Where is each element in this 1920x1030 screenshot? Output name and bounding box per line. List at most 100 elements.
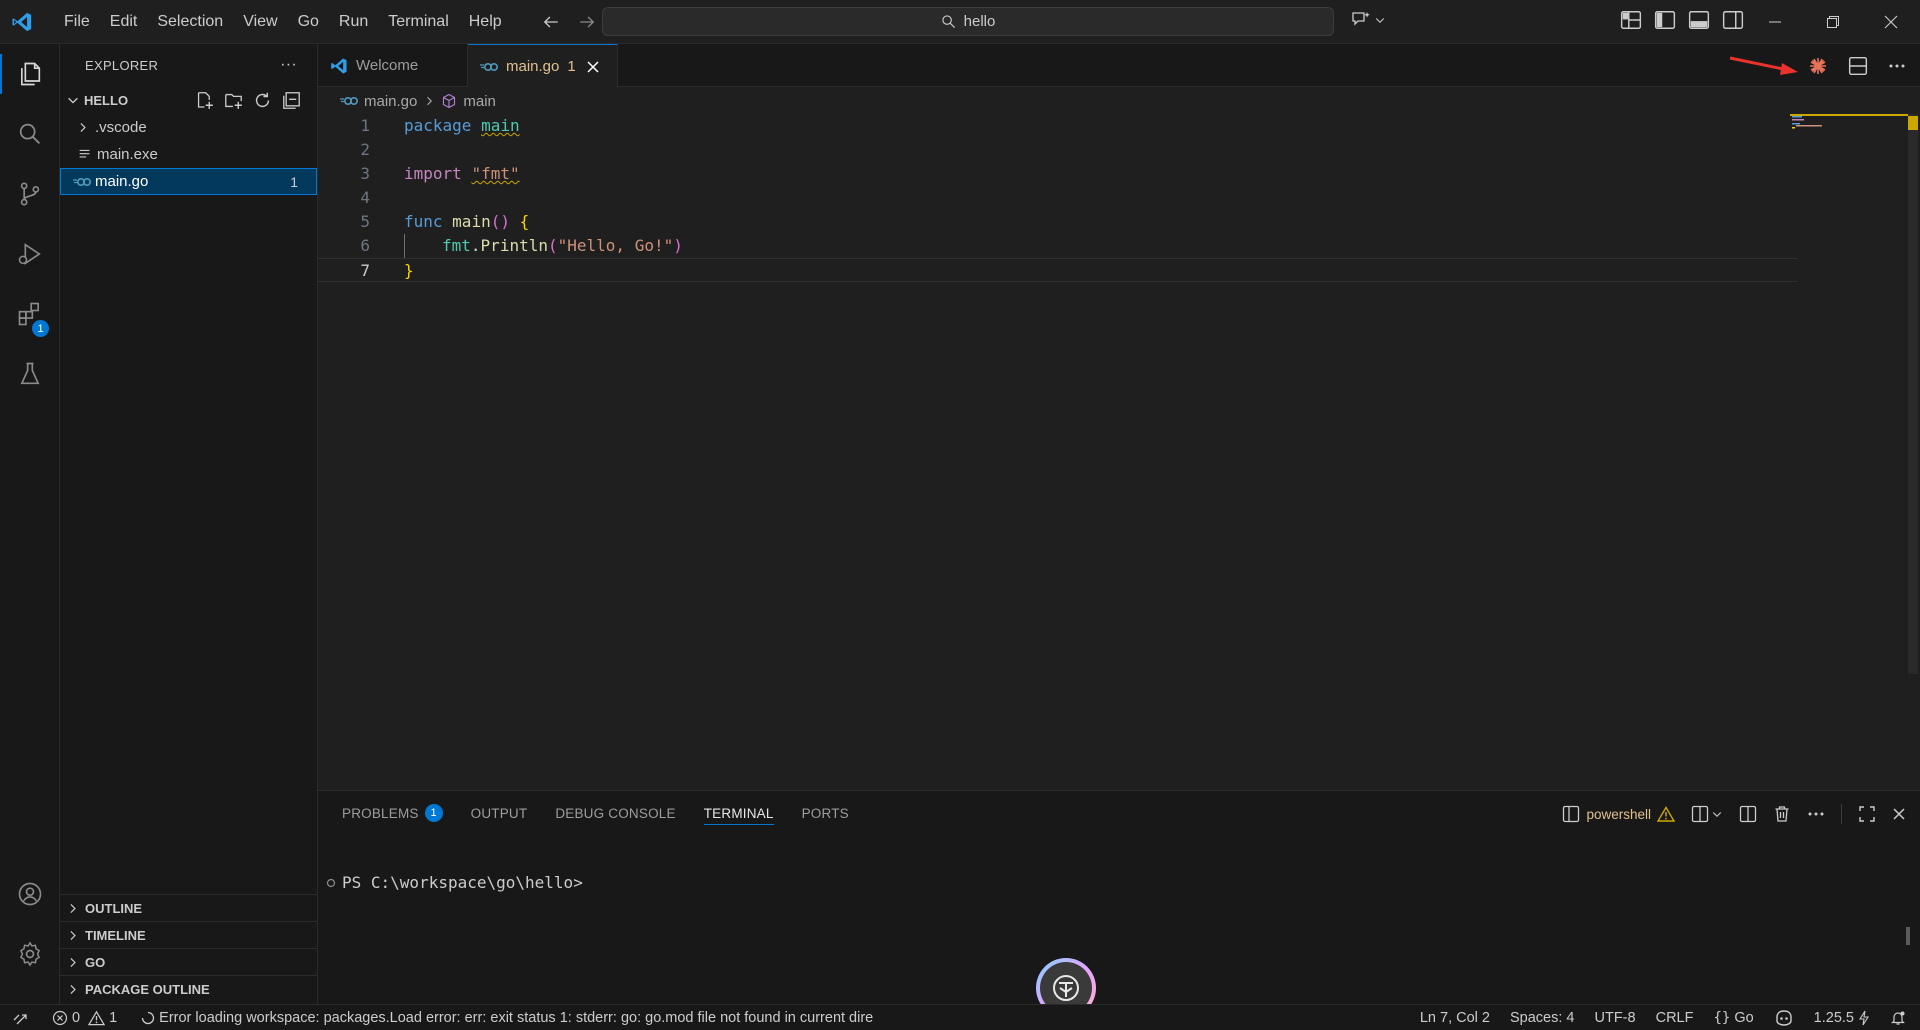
extensions-icon[interactable]: 1	[0, 284, 60, 344]
folder-header-hello[interactable]: HELLO	[60, 86, 317, 114]
end-of-line[interactable]: CRLF	[1656, 1010, 1694, 1026]
tree-item-main-go[interactable]: main.go 1	[60, 168, 317, 195]
toggle-panel-icon[interactable]	[1688, 10, 1710, 30]
customize-layout-icon[interactable]	[1620, 10, 1642, 30]
tab-output[interactable]: OUTPUT	[471, 791, 528, 835]
menu-go[interactable]: Go	[288, 0, 329, 44]
menu-view[interactable]: View	[233, 0, 287, 44]
tab-main-go[interactable]: main.go 1	[468, 44, 618, 88]
workspace-error-message[interactable]: Error loading workspace: packages.Load e…	[141, 1010, 873, 1026]
tab-debug-console[interactable]: DEBUG CONSOLE	[555, 791, 675, 835]
menu-file[interactable]: File	[54, 0, 100, 44]
forward-arrow-icon[interactable]	[578, 13, 596, 31]
section-timeline[interactable]: TIMELINE	[60, 921, 318, 948]
section-go[interactable]: GO	[60, 948, 318, 975]
panel-tab-label: PORTS	[801, 805, 849, 821]
menu-bar: File Edit Selection View Go Run Terminal…	[54, 0, 512, 44]
tab-problems[interactable]: PROBLEMS 1	[342, 791, 443, 835]
assistant-logo-icon	[1050, 972, 1082, 1004]
code-line-4: 4	[318, 186, 1798, 210]
menu-edit[interactable]: Edit	[100, 0, 148, 44]
breadcrumb-symbol[interactable]: main	[463, 93, 496, 110]
back-arrow-icon[interactable]	[542, 13, 560, 31]
more-actions-icon[interactable]	[1888, 63, 1906, 69]
tab-ports[interactable]: PORTS	[802, 791, 849, 835]
code-editor[interactable]: 1 package main 2 3 import "fmt" 4 5 func…	[318, 114, 1920, 790]
more-actions-icon[interactable]: ···	[280, 56, 297, 74]
trash-icon[interactable]	[1773, 805, 1791, 823]
collapse-all-icon[interactable]	[282, 91, 301, 110]
problems-status[interactable]: 0 1	[52, 1010, 117, 1026]
copilot-chat-button[interactable]	[1350, 10, 1386, 30]
explorer-icon[interactable]	[0, 44, 60, 104]
vscode-logo-icon	[0, 0, 44, 44]
panel-tab-label: TERMINAL	[703, 805, 774, 821]
editor-scrollbar[interactable]	[1906, 114, 1920, 790]
refresh-icon[interactable]	[253, 91, 272, 110]
cursor-position[interactable]: Ln 7, Col 2	[1420, 1010, 1490, 1026]
breadcrumb-file[interactable]: main.go	[364, 93, 417, 110]
split-panel-icon[interactable]	[1739, 805, 1757, 823]
copilot-icon[interactable]	[1774, 1009, 1794, 1027]
keyword-package: package	[404, 116, 472, 135]
go-version[interactable]: 1.25.5	[1814, 1010, 1870, 1026]
section-outline[interactable]: OUTLINE	[60, 894, 318, 921]
indent-guide	[404, 234, 405, 258]
tree-item-main-exe[interactable]: main.exe	[60, 141, 317, 168]
new-folder-icon[interactable]	[224, 91, 243, 110]
menu-selection[interactable]: Selection	[147, 0, 233, 44]
code-line-2: 2	[318, 138, 1798, 162]
language-mode[interactable]: {} Go	[1713, 1010, 1753, 1026]
error-icon	[52, 1010, 68, 1026]
tree-item-label: main.go	[95, 173, 149, 190]
close-panel-icon[interactable]	[1892, 807, 1906, 821]
minimize-icon[interactable]	[1746, 0, 1804, 44]
line-number: 3	[360, 164, 370, 183]
encoding[interactable]: UTF-8	[1595, 1010, 1636, 1026]
split-editor-icon[interactable]	[1848, 56, 1868, 76]
settings-gear-icon[interactable]	[0, 924, 60, 984]
accounts-icon[interactable]	[0, 864, 60, 924]
keyword-import: import	[404, 164, 462, 183]
chevron-down-icon	[1374, 14, 1386, 26]
warning-icon	[1657, 806, 1675, 822]
tab-terminal[interactable]: TERMINAL	[703, 791, 774, 835]
activity-bar: 1	[0, 44, 60, 1004]
scrollbar-thumb[interactable]	[1908, 114, 1918, 674]
terminal-content[interactable]: PS C:\workspace\go\hello>	[326, 873, 583, 892]
package-ref: fmt	[442, 236, 471, 255]
tab-welcome[interactable]: Welcome	[318, 44, 468, 87]
line-number: 5	[360, 212, 370, 231]
toggle-secondary-sidebar-icon[interactable]	[1722, 10, 1744, 30]
source-control-icon[interactable]	[0, 164, 60, 224]
section-package-outline[interactable]: PACKAGE OUTLINE	[60, 975, 318, 1002]
search-icon[interactable]	[0, 104, 60, 164]
run-debug-icon[interactable]	[0, 224, 60, 284]
new-file-icon[interactable]	[195, 91, 214, 110]
testing-icon[interactable]	[0, 344, 60, 404]
paren-close: )	[673, 236, 683, 255]
more-actions-icon[interactable]	[1807, 811, 1825, 817]
toggle-primary-sidebar-icon[interactable]	[1654, 10, 1676, 30]
close-window-icon[interactable]	[1862, 0, 1920, 44]
menu-terminal[interactable]: Terminal	[378, 0, 458, 44]
notifications-bell-icon[interactable]	[1890, 1010, 1906, 1026]
new-terminal-dropdown[interactable]	[1691, 805, 1723, 823]
remote-indicator-icon[interactable]	[0, 1010, 40, 1026]
restore-icon[interactable]	[1804, 0, 1862, 44]
minimap[interactable]	[1790, 114, 1910, 790]
command-center-search[interactable]: hello	[602, 7, 1334, 36]
tree-item-vscode[interactable]: .vscode	[60, 114, 317, 141]
menu-help[interactable]: Help	[459, 0, 512, 44]
status-bar: 0 1 Error loading workspace: packages.Lo…	[0, 1004, 1920, 1030]
close-tab-icon[interactable]	[586, 60, 600, 74]
annotation-arrow-icon	[1728, 55, 1804, 77]
run-code-icon[interactable]	[1808, 56, 1828, 76]
string-literal: "Hello, Go!"	[557, 236, 674, 255]
indentation[interactable]: Spaces: 4	[1510, 1010, 1575, 1026]
maximize-panel-icon[interactable]	[1858, 805, 1876, 823]
menu-run[interactable]: Run	[329, 0, 378, 44]
terminal-scrollbar[interactable]	[1906, 927, 1910, 945]
line-number: 2	[360, 140, 370, 159]
terminal-instance[interactable]: powershell	[1562, 805, 1675, 823]
